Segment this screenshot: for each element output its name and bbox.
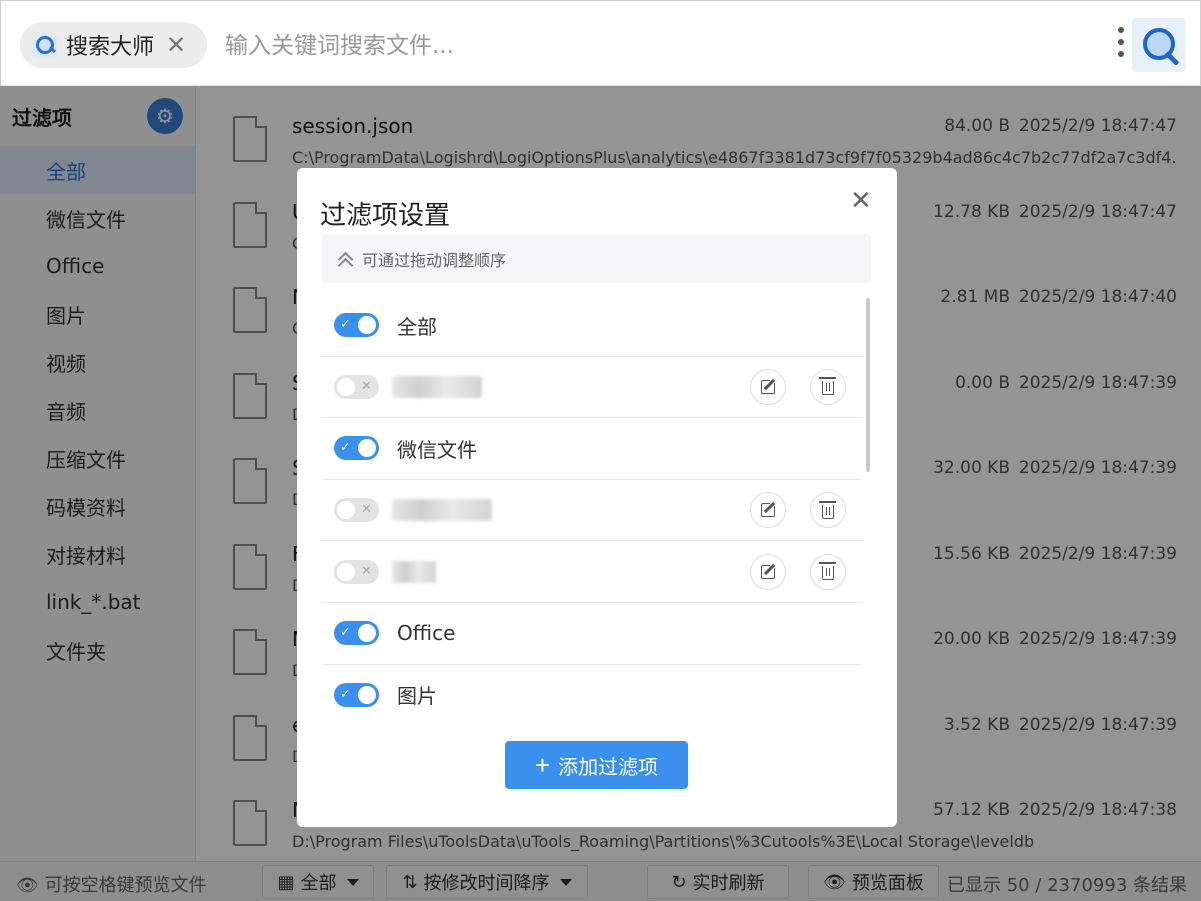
filter-label: Office [397, 621, 456, 646]
filter-label: 全部 [397, 314, 437, 339]
delete-filter-button[interactable] [810, 492, 846, 529]
app-chip[interactable]: 搜索大师 ✕ [20, 22, 207, 68]
check-icon: ✓ [340, 317, 351, 333]
delete-filter-button[interactable] [810, 368, 846, 405]
close-icon[interactable]: ✕ [166, 33, 186, 57]
toggle-knob [337, 501, 355, 520]
check-icon: ✓ [340, 440, 351, 456]
check-icon: ✓ [340, 686, 351, 702]
more-vertical-icon[interactable] [1113, 27, 1129, 63]
close-icon[interactable]: ✕ [850, 188, 872, 214]
x-icon: ✕ [361, 502, 372, 518]
filter-label: 微信文件 [397, 437, 477, 462]
filter-row[interactable]: ✕ [322, 541, 862, 603]
edit-icon [761, 503, 775, 518]
search-input[interactable] [225, 29, 1085, 63]
chevrons-up-icon [336, 250, 354, 268]
toggle-switch[interactable]: ✓ [334, 621, 379, 646]
edit-icon [761, 379, 775, 394]
dialog-title: 过滤项设置 [320, 201, 451, 231]
trash-icon [819, 562, 836, 581]
filter-list[interactable]: ✓ 全部 ✕ ✓ 微信文件 ✕ ✕ ✓ Office ✓ 图片 [322, 295, 862, 715]
toggle-knob [337, 377, 355, 396]
add-filter-button[interactable]: + 添加过滤项 [505, 741, 688, 789]
edit-icon [761, 564, 775, 579]
toggle-knob [358, 316, 376, 335]
x-icon: ✕ [361, 378, 372, 394]
add-filter-label: 添加过滤项 [558, 756, 659, 779]
redacted-filter-label [392, 560, 436, 583]
edit-filter-button[interactable] [750, 368, 786, 405]
edit-filter-button[interactable] [750, 492, 786, 529]
toggle-switch[interactable]: ✓ [334, 436, 379, 461]
toggle-knob [358, 439, 376, 458]
scrollbar-thumb[interactable] [866, 298, 870, 472]
search-brand-icon[interactable] [1132, 18, 1186, 72]
app-chip-name: 搜索大师 [66, 35, 155, 60]
x-icon: ✕ [361, 563, 372, 579]
filter-label: 图片 [397, 684, 437, 709]
trash-icon [819, 377, 836, 396]
filter-row[interactable]: ✕ [322, 357, 862, 419]
delete-filter-button[interactable] [810, 553, 846, 590]
filter-row[interactable]: ✓ 全部 [322, 295, 862, 357]
check-icon: ✓ [340, 625, 351, 641]
drag-tip: 可通过拖动调整顺序 [322, 234, 871, 283]
filter-row[interactable]: ✓ 微信文件 [322, 418, 862, 480]
redacted-filter-label [392, 499, 492, 522]
redacted-filter-label [392, 375, 482, 398]
toggle-switch[interactable]: ✓ [334, 313, 379, 338]
edit-filter-button[interactable] [750, 553, 786, 590]
toggle-knob [358, 685, 376, 704]
drag-tip-text: 可通过拖动调整顺序 [362, 250, 507, 270]
plus-icon: + [534, 750, 551, 780]
search-master-logo-icon [32, 32, 58, 58]
toggle-switch[interactable]: ✓ [334, 682, 379, 707]
top-search-bar: 搜索大师 ✕ [0, 0, 1201, 86]
toggle-knob [337, 562, 355, 581]
filter-settings-dialog: 过滤项设置 ✕ 可通过拖动调整顺序 ✓ 全部 ✕ ✓ 微信文件 ✕ ✕ ✓ Office ✓ 图片 … [297, 168, 897, 827]
filter-row[interactable]: ✓ Office [322, 603, 862, 665]
toggle-switch[interactable]: ✕ [334, 559, 379, 584]
toggle-switch[interactable]: ✕ [334, 498, 379, 523]
filter-row[interactable]: ✓ 图片 [322, 665, 862, 715]
toggle-switch[interactable]: ✕ [334, 374, 379, 399]
trash-icon [819, 500, 836, 519]
toggle-knob [358, 624, 376, 643]
filter-row[interactable]: ✕ [322, 480, 862, 542]
